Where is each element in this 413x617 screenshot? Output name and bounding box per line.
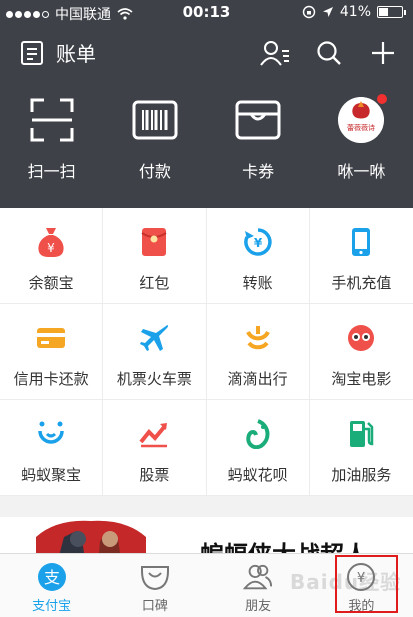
add-button[interactable] — [367, 38, 399, 68]
movie-glasses-icon — [348, 325, 375, 351]
koubei-icon — [140, 566, 169, 591]
battery-percent: 41% — [339, 4, 371, 20]
rotation-lock-icon — [302, 5, 316, 19]
fuel-pump-icon — [350, 421, 374, 447]
highlight-box — [335, 555, 398, 613]
quick-action-label: 付款 — [138, 162, 171, 181]
service-ant-fortune[interactable]: 蚂蚁聚宝 — [0, 400, 104, 496]
quick-action-label: 扫一扫 — [27, 162, 76, 181]
svg-text:支: 支 — [44, 568, 60, 587]
friends-icon — [243, 564, 273, 590]
status-bar: 中国联通 00:13 41% — [0, 0, 413, 24]
notification-dot — [377, 94, 388, 104]
plus-icon — [372, 42, 394, 64]
service-label: 加油服务 — [331, 466, 392, 484]
battery-icon — [377, 6, 406, 18]
service-tickets[interactable]: 机票火车票 — [103, 304, 207, 400]
services-grid: ¥ 余额宝 红包 ¥ 转账 手机充值 信用卡还款 机票火车票 滴滴出行 淘宝电影… — [0, 208, 413, 496]
avatar-text: 蕾薇薇诗 — [347, 123, 375, 132]
barcode-icon — [132, 100, 178, 140]
service-taobao-movie[interactable]: 淘宝电影 — [309, 304, 413, 400]
service-stocks[interactable]: 股票 — [103, 400, 207, 496]
service-label: 股票 — [139, 466, 170, 484]
service-label: 机票火车票 — [116, 370, 192, 388]
didi-icon — [245, 326, 270, 350]
service-label: 红包 — [139, 274, 170, 292]
service-label: 余额宝 — [28, 274, 74, 292]
service-label: 手机充值 — [331, 274, 392, 292]
svg-text:¥: ¥ — [47, 241, 55, 255]
search-button[interactable] — [313, 38, 345, 68]
scan-icon — [30, 98, 74, 142]
service-label: 滴滴出行 — [227, 370, 288, 388]
bill-icon — [21, 40, 43, 65]
money-bag-icon: ¥ — [38, 228, 64, 257]
service-phone-recharge[interactable]: 手机充值 — [309, 208, 413, 304]
service-label: 蚂蚁聚宝 — [21, 466, 82, 484]
cards-button[interactable]: 卡券 — [207, 96, 310, 186]
stock-chart-icon — [139, 423, 168, 448]
scan-button[interactable]: 扫一扫 — [0, 96, 103, 186]
huabei-icon — [245, 419, 269, 449]
service-hongbao[interactable]: 红包 — [103, 208, 207, 304]
nav-bar: 账单 — [0, 28, 413, 78]
tab-label: 口碑 — [141, 599, 168, 614]
header-panel: 中国联通 00:13 41% 账单 扫一扫 付款 卡券 蕾薇薇诗 咻一咻 — [0, 0, 413, 208]
plane-icon — [140, 325, 169, 351]
service-huabei[interactable]: 蚂蚁花呗 — [206, 400, 310, 496]
tab-label: 朋友 — [245, 599, 272, 614]
quick-actions: 扫一扫 付款 卡券 蕾薇薇诗 咻一咻 — [0, 94, 413, 186]
service-yuebao[interactable]: ¥ 余额宝 — [0, 208, 104, 304]
service-didi[interactable]: 滴滴出行 — [206, 304, 310, 400]
red-envelope-icon — [141, 228, 167, 256]
page-title: 账单 — [56, 42, 96, 66]
quick-action-label: 卡券 — [242, 162, 275, 181]
svg-text:¥: ¥ — [253, 236, 262, 250]
contacts-button[interactable] — [259, 38, 291, 68]
service-label: 信用卡还款 — [13, 370, 89, 388]
search-icon — [317, 41, 341, 65]
phone-icon — [352, 228, 371, 256]
contacts-icon — [260, 41, 289, 66]
credit-card-icon — [37, 328, 66, 348]
tab-label: 支付宝 — [32, 599, 72, 614]
ant-treasure-icon — [38, 421, 64, 444]
service-label: 转账 — [242, 274, 273, 292]
alipay-icon: 支 — [37, 563, 66, 591]
service-credit-card[interactable]: 信用卡还款 — [0, 304, 104, 400]
service-label: 淘宝电影 — [331, 370, 392, 388]
xiuyixiu-button[interactable]: 蕾薇薇诗 咻一咻 — [310, 94, 413, 186]
transfer-icon: ¥ — [243, 228, 272, 256]
tab-koubei[interactable]: 口碑 — [103, 554, 206, 617]
service-fuel[interactable]: 加油服务 — [309, 400, 413, 496]
service-label: 蚂蚁花呗 — [227, 466, 288, 484]
bill-button[interactable]: 账单 — [20, 38, 96, 67]
card-wallet-icon — [235, 100, 281, 140]
service-transfer[interactable]: ¥ 转账 — [206, 208, 310, 304]
location-arrow-icon — [322, 7, 333, 17]
brand-avatar: 蕾薇薇诗 — [338, 97, 385, 143]
tab-alipay[interactable]: 支 支付宝 — [0, 554, 103, 617]
quick-action-label: 咻一咻 — [337, 162, 386, 181]
pay-button[interactable]: 付款 — [103, 96, 206, 186]
